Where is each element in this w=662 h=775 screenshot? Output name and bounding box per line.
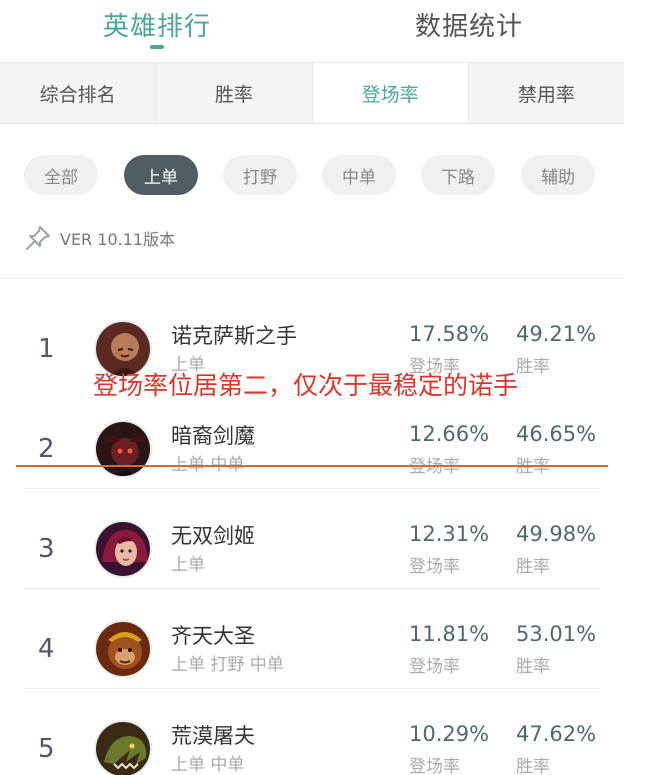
win-rate-value: 46.65% xyxy=(516,422,597,446)
filter-top[interactable]: 上单 xyxy=(124,155,198,195)
win-rate-value: 49.21% xyxy=(516,322,597,346)
version-label: VER 10.11版本 xyxy=(60,230,176,249)
win-rate-label: 胜率 xyxy=(516,757,550,775)
hero-name: 无双剑姬 xyxy=(171,524,255,548)
pick-rate-value: 12.31% xyxy=(409,522,490,546)
win-rate-value: 53.01% xyxy=(516,622,597,646)
pick-rate-value: 12.66% xyxy=(409,422,490,446)
rank-number: 2 xyxy=(38,434,55,464)
hero-avatar xyxy=(94,620,152,678)
hero-row[interactable]: 4 齐天大圣 上单 打野 中单 11.81% 登场率 53.01% 胜率 xyxy=(24,590,600,690)
hero-name: 暗裔剑魔 xyxy=(171,424,255,448)
tab-data-stats[interactable]: 数据统计 xyxy=(415,6,523,43)
pick-rate-label: 登场率 xyxy=(409,657,460,677)
filter-support[interactable]: 辅助 xyxy=(521,155,595,195)
win-rate-value: 49.98% xyxy=(516,522,597,546)
hero-avatar xyxy=(94,420,152,478)
pick-rate-label: 登场率 xyxy=(409,757,460,775)
subtab-pick-rate[interactable]: 登场率 xyxy=(312,63,469,123)
hero-roles: 上单 中单 xyxy=(171,455,245,475)
top-tabs: 英雄排行 数据统计 xyxy=(0,0,624,60)
hero-roles: 上单 xyxy=(171,555,205,575)
rank-number: 3 xyxy=(38,534,55,564)
hero-row[interactable]: 3 无双剑姬 上单 12.31% 登场率 49.98% 胜率 xyxy=(24,490,600,590)
pick-rate-label: 登场率 xyxy=(409,557,460,577)
hero-name: 荒漠屠夫 xyxy=(171,724,255,748)
pick-rate-value: 10.29% xyxy=(409,722,490,746)
hero-row[interactable]: 5 荒漠屠夫 上单 中单 10.29% 登场率 47.62% 胜率 xyxy=(24,690,600,775)
hero-name: 诺克萨斯之手 xyxy=(171,324,297,348)
pick-rate-value: 11.81% xyxy=(409,622,490,646)
role-filters: 全部 上单 打野 中单 下路 辅助 xyxy=(24,155,604,195)
subtab-win-rate[interactable]: 胜率 xyxy=(156,63,313,123)
annotation-underline xyxy=(16,465,608,467)
pick-rate-value: 17.58% xyxy=(409,322,490,346)
win-rate-label: 胜率 xyxy=(516,357,550,377)
tab-hero-ranking[interactable]: 英雄排行 xyxy=(103,6,211,43)
subtab-ban-rate[interactable]: 禁用率 xyxy=(469,63,624,123)
sub-tabs: 综合排名 胜率 登场率 禁用率 xyxy=(0,62,624,124)
hero-roles: 上单 中单 xyxy=(171,755,245,775)
active-tab-indicator xyxy=(150,45,164,49)
hero-name: 齐天大圣 xyxy=(171,624,255,648)
filter-all[interactable]: 全部 xyxy=(24,155,98,195)
row-divider xyxy=(24,688,600,689)
rank-number: 1 xyxy=(38,334,55,364)
win-rate-label: 胜率 xyxy=(516,557,550,577)
filter-bot[interactable]: 下路 xyxy=(421,155,495,195)
hero-row[interactable]: 2 暗裔剑魔 上单 中单 12.66% 登场率 46.65% 胜率 xyxy=(24,390,600,490)
rank-number: 5 xyxy=(38,734,55,764)
win-rate-value: 47.62% xyxy=(516,722,597,746)
filter-jungle[interactable]: 打野 xyxy=(223,155,297,195)
filter-mid[interactable]: 中单 xyxy=(322,155,396,195)
row-divider xyxy=(24,588,600,589)
row-divider xyxy=(24,488,600,489)
version-info: VER 10.11版本 xyxy=(24,222,175,254)
hero-roles: 上单 打野 中单 xyxy=(171,655,284,675)
divider xyxy=(0,278,624,279)
hero-avatar xyxy=(94,720,152,775)
win-rate-label: 胜率 xyxy=(516,657,550,677)
hero-avatar xyxy=(94,520,152,578)
pin-icon xyxy=(24,224,52,252)
subtab-overall[interactable]: 综合排名 xyxy=(0,63,157,123)
rank-number: 4 xyxy=(38,634,55,664)
